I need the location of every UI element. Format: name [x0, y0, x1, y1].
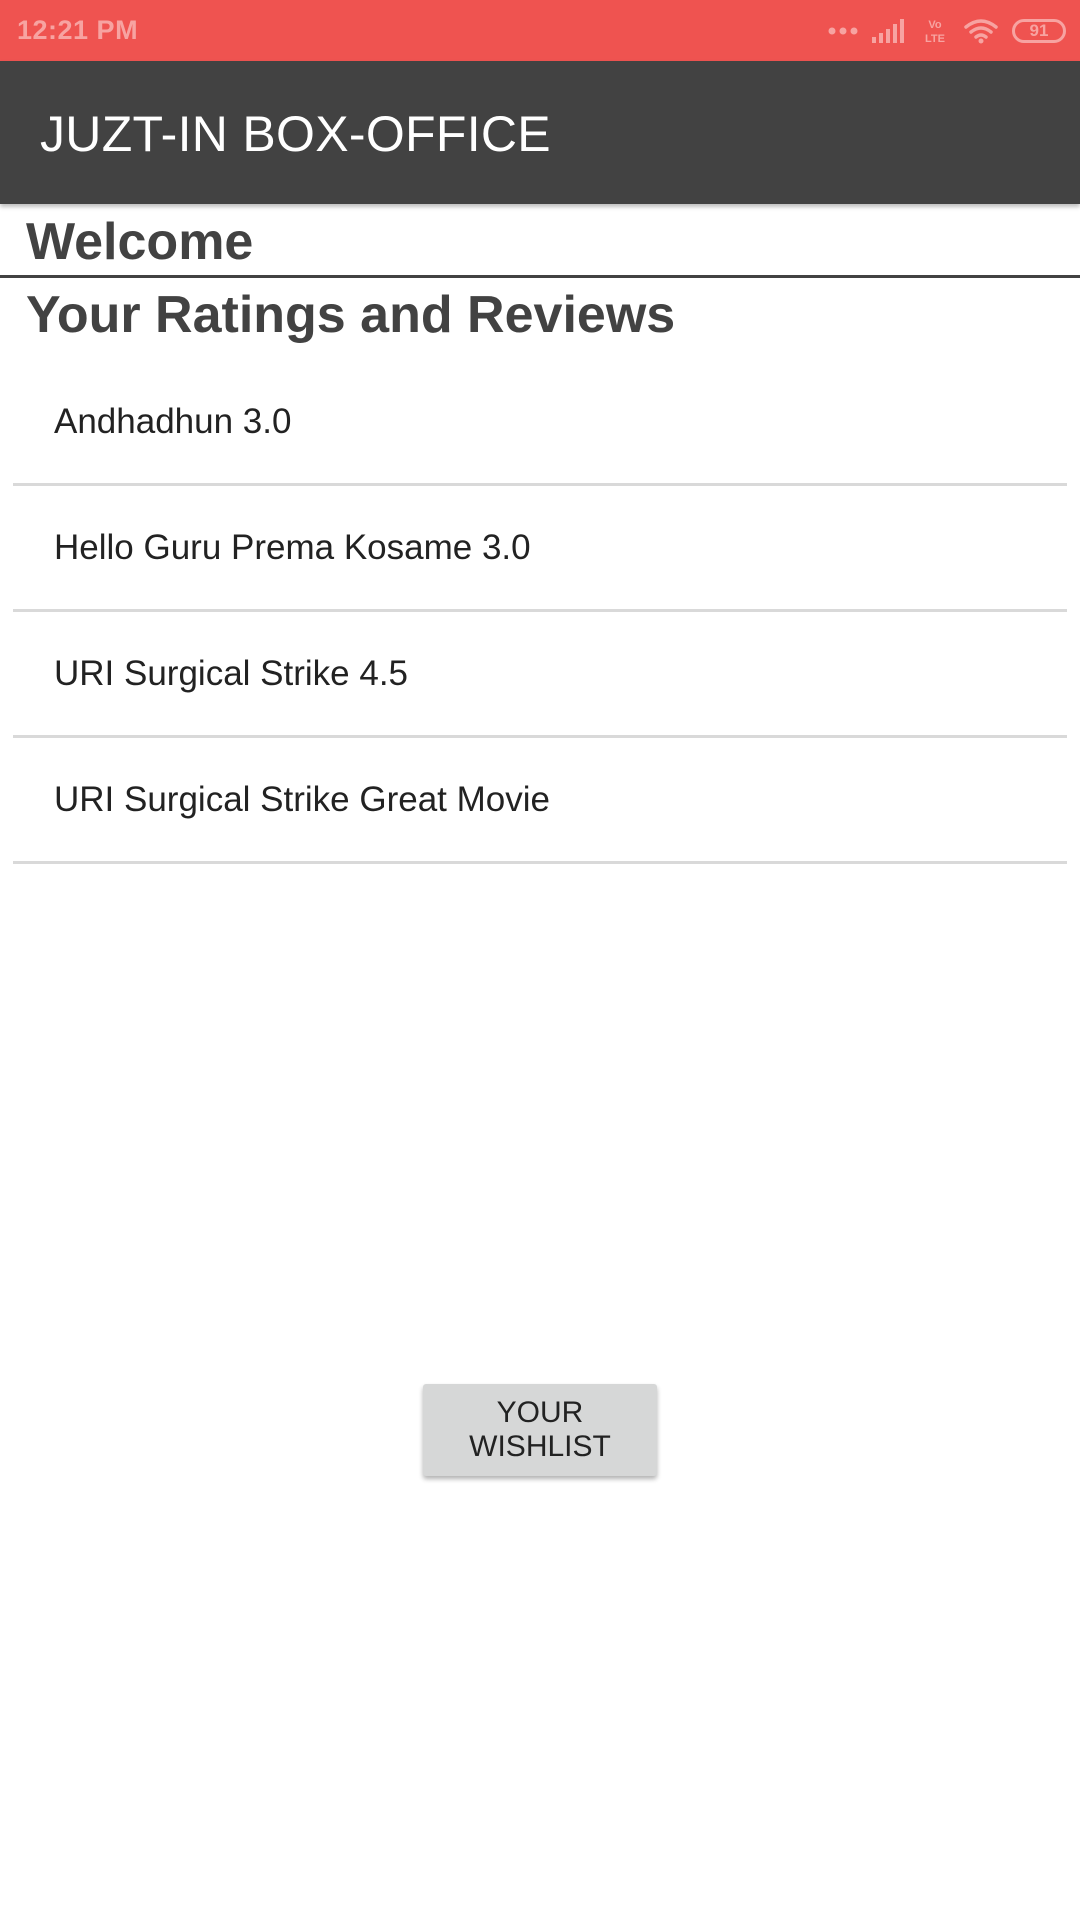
- review-text: URI Surgical Strike Great Movie: [54, 780, 550, 819]
- list-item[interactable]: Andhadhun 3.0: [13, 360, 1067, 486]
- review-text: URI Surgical Strike 4.5: [54, 654, 409, 693]
- screen: 12:21 PM Vo LTE 91 JUZT-IN BOX-OFFICE We…: [0, 0, 1080, 1920]
- battery-icon: 91: [1012, 18, 1066, 43]
- review-text: Andhadhun 3.0: [54, 402, 292, 441]
- battery-level: 91: [1029, 21, 1049, 40]
- app-bar: JUZT-IN BOX-OFFICE: [0, 61, 1080, 204]
- section-title: Your Ratings and Reviews: [26, 286, 676, 344]
- svg-text:LTE: LTE: [925, 33, 945, 45]
- list-item[interactable]: Hello Guru Prema Kosame 3.0: [13, 486, 1067, 612]
- svg-text:Vo: Vo: [928, 19, 942, 31]
- review-list: Andhadhun 3.0 Hello Guru Prema Kosame 3.…: [13, 360, 1067, 864]
- divider: [0, 275, 1080, 278]
- list-item[interactable]: URI Surgical Strike Great Movie: [13, 738, 1067, 864]
- more-dots-icon: [828, 26, 858, 36]
- wifi-icon: [964, 18, 998, 44]
- volte-icon: Vo LTE: [920, 17, 950, 45]
- status-icons: Vo LTE 91: [828, 17, 1066, 45]
- status-time: 12:21 PM: [17, 15, 139, 45]
- welcome-heading: Welcome: [26, 213, 254, 271]
- list-item[interactable]: URI Surgical Strike 4.5: [13, 612, 1067, 738]
- review-text: Hello Guru Prema Kosame 3.0: [54, 528, 531, 567]
- signal-bars-icon: [872, 18, 906, 43]
- app-title: JUZT-IN BOX-OFFICE: [40, 105, 551, 162]
- wishlist-button[interactable]: YOUR WISHLIST: [423, 1384, 657, 1476]
- status-bar: 12:21 PM Vo LTE 91: [0, 0, 1080, 61]
